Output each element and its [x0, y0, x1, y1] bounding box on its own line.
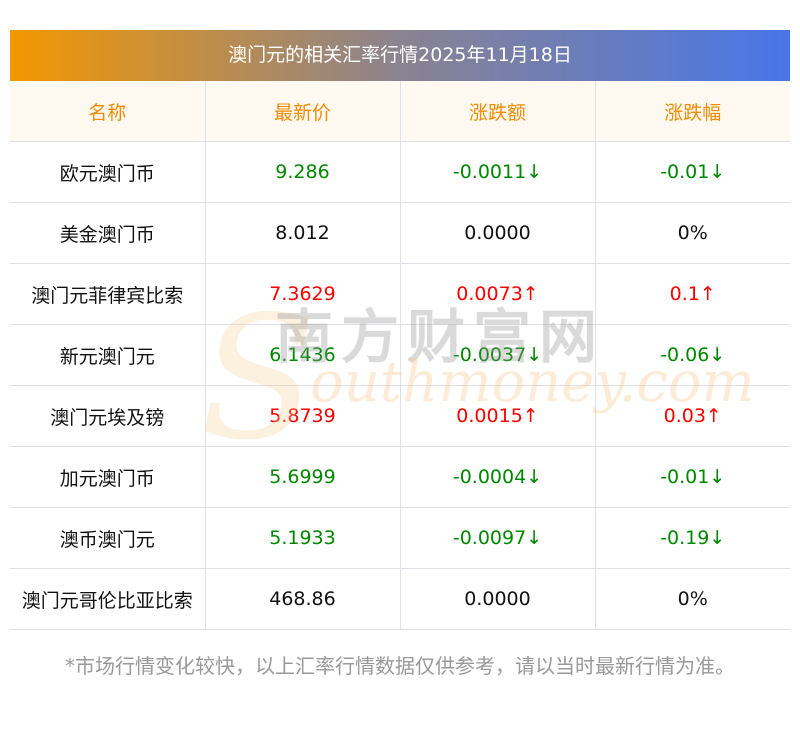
- pct-cell: 0%: [594, 202, 790, 264]
- currency-name: 加元澳门币: [10, 446, 206, 508]
- currency-name: 澳门元菲律宾比索: [10, 263, 206, 325]
- change-cell: 0.0015↑: [399, 385, 596, 447]
- table-row: 新元澳门元 6.1436 -0.0037↓ -0.06↓: [10, 324, 790, 386]
- pct-cell: -0.01↓: [594, 446, 790, 508]
- currency-name: 新元澳门元: [10, 324, 206, 386]
- change-cell: -0.0037↓: [399, 324, 596, 386]
- table-row: 澳币澳门元 5.1933 -0.0097↓ -0.19↓: [10, 507, 790, 569]
- price-cell: 5.6999: [204, 446, 401, 508]
- table-row: 加元澳门币 5.6999 -0.0004↓ -0.01↓: [10, 446, 790, 508]
- pct-cell: -0.01↓: [594, 141, 790, 203]
- rate-table: 名称 最新价 涨跌额 涨跌幅 欧元澳门币 9.286 -0.0011↓ -0.01↓ 美…: [10, 81, 790, 630]
- header-name: 名称: [10, 81, 206, 142]
- currency-name: 澳门元哥伦比亚比索: [10, 568, 206, 630]
- price-cell: 5.1933: [204, 507, 401, 569]
- page-title: 澳门元的相关汇率行情2025年11月18日: [10, 30, 790, 81]
- price-cell: 5.8739: [204, 385, 401, 447]
- table-row: 澳门元哥伦比亚比索 468.86 0.0000 0%: [10, 568, 790, 630]
- pct-cell: 0%: [594, 568, 790, 630]
- change-cell: -0.0004↓: [399, 446, 596, 508]
- pct-cell: 0.03↑: [594, 385, 790, 447]
- header-change: 涨跌额: [399, 81, 596, 142]
- currency-name: 欧元澳门币: [10, 141, 206, 203]
- change-cell: -0.0011↓: [399, 141, 596, 203]
- change-cell: 0.0073↑: [399, 263, 596, 325]
- header-price: 最新价: [204, 81, 401, 142]
- disclaimer-note: *市场行情变化较快，以上汇率行情数据仅供参考，请以当时最新行情为准。: [65, 654, 735, 678]
- change-cell: 0.0000: [399, 202, 596, 264]
- price-cell: 7.3629: [204, 263, 401, 325]
- table-row: 美金澳门币 8.012 0.0000 0%: [10, 202, 790, 264]
- pct-cell: -0.19↓: [594, 507, 790, 569]
- table-row: 欧元澳门币 9.286 -0.0011↓ -0.01↓: [10, 141, 790, 203]
- price-cell: 9.286: [204, 141, 401, 203]
- header-pct: 涨跌幅: [594, 81, 790, 142]
- currency-name: 澳门元埃及镑: [10, 385, 206, 447]
- change-cell: 0.0000: [399, 568, 596, 630]
- price-cell: 6.1436: [204, 324, 401, 386]
- pct-cell: -0.06↓: [594, 324, 790, 386]
- price-cell: 468.86: [204, 568, 401, 630]
- table-row: 澳门元菲律宾比索 7.3629 0.0073↑ 0.1↑: [10, 263, 790, 325]
- table-header-row: 名称 最新价 涨跌额 涨跌幅: [10, 81, 790, 142]
- change-cell: -0.0097↓: [399, 507, 596, 569]
- table-row: 澳门元埃及镑 5.8739 0.0015↑ 0.03↑: [10, 385, 790, 447]
- price-cell: 8.012: [204, 202, 401, 264]
- currency-name: 澳币澳门元: [10, 507, 206, 569]
- pct-cell: 0.1↑: [594, 263, 790, 325]
- currency-name: 美金澳门币: [10, 202, 206, 264]
